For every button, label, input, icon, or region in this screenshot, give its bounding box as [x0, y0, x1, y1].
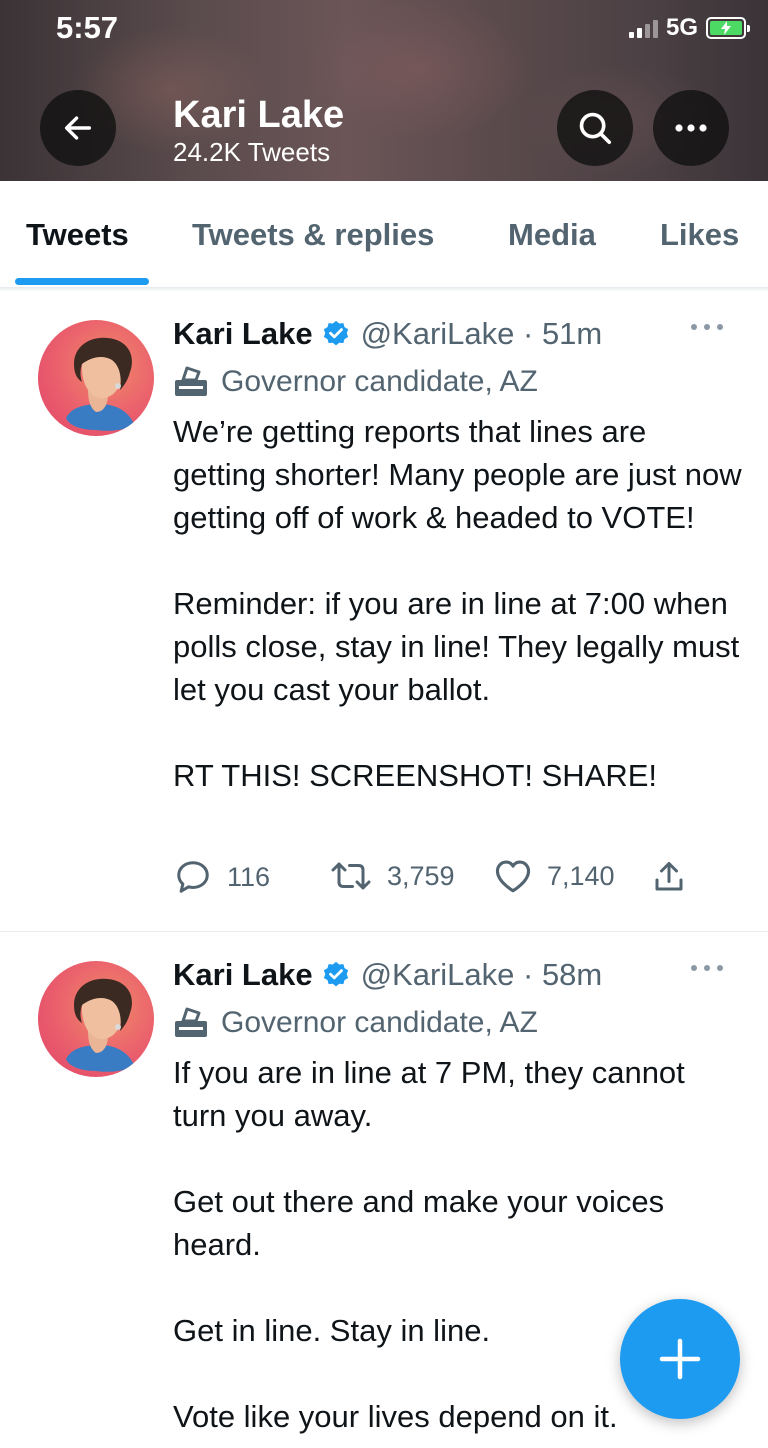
tweet-paragraph: We’re getting reports that lines are get…	[173, 414, 742, 535]
tweet-paragraph: RT THIS! SCREENSHOT! SHARE!	[173, 758, 658, 793]
author-handle-time: @KariLake · 58m	[360, 957, 603, 992]
tab-media[interactable]: Media	[508, 217, 596, 253]
account-label: Governor candidate, AZ	[173, 1006, 538, 1040]
tweet-header: Kari Lake @KariLake · 58m	[173, 957, 602, 993]
share-icon	[655, 862, 683, 891]
plus-icon	[659, 1338, 701, 1380]
tweet-paragraph: Reminder: if you are in line at 7:00 whe…	[173, 586, 740, 707]
account-label-text: Governor candidate, AZ	[221, 1006, 538, 1039]
battery-icon	[706, 17, 750, 39]
search-button[interactable]	[557, 90, 633, 166]
back-button[interactable]	[40, 90, 116, 166]
signal-icon	[628, 18, 658, 38]
like-count: 7,140	[547, 860, 615, 891]
ballot-box-icon	[175, 1007, 207, 1037]
verified-badge-icon	[321, 960, 351, 990]
retweet-button[interactable]: 3,759	[329, 858, 455, 894]
arrow-left-icon	[64, 116, 92, 140]
tweet-paragraph: If you are in line at 7 PM, they cannot …	[173, 1055, 685, 1133]
like-button[interactable]: 7,140	[493, 858, 615, 894]
search-icon	[579, 112, 612, 145]
tweet-text: We’re getting reports that lines are get…	[173, 410, 743, 797]
network-label: 5G	[665, 14, 698, 41]
avatar[interactable]	[38, 961, 154, 1077]
tab-tweets[interactable]: Tweets	[26, 217, 129, 253]
account-label-text: Governor candidate, AZ	[221, 365, 538, 398]
ballot-box-icon	[175, 366, 207, 396]
active-tab-indicator	[15, 278, 149, 285]
avatar[interactable]	[38, 320, 154, 436]
status-indicators: 5G	[628, 14, 750, 42]
author-name[interactable]: Kari Lake	[173, 957, 313, 993]
share-button[interactable]	[651, 858, 687, 896]
more-icon[interactable]	[690, 318, 724, 336]
tweet-paragraph: Get out there and make your voices heard…	[173, 1184, 665, 1262]
more-icon	[675, 124, 707, 132]
reply-count: 116	[227, 861, 271, 892]
author-handle-time: @KariLake · 51m	[360, 316, 603, 351]
tweet-actions: 116 3,759 7,140	[173, 858, 703, 898]
tab-tweets-replies[interactable]: Tweets & replies	[192, 217, 434, 253]
compose-tweet-button[interactable]	[620, 1299, 740, 1419]
profile-tabs: Tweets Tweets & replies Media Likes	[0, 181, 768, 288]
account-label: Governor candidate, AZ	[173, 365, 538, 399]
more-options-button[interactable]	[653, 90, 729, 166]
tweet[interactable]: Kari Lake @KariLake · 51m Governor candi…	[0, 292, 768, 932]
profile-name: Kari Lake	[173, 94, 345, 136]
tweet-header: Kari Lake @KariLake · 51m	[173, 316, 602, 352]
tweet-count: 24.2K Tweets	[173, 137, 331, 167]
heart-icon	[495, 860, 531, 893]
status-time: 5:57	[56, 10, 119, 45]
more-icon[interactable]	[690, 959, 724, 977]
reply-button[interactable]: 116	[173, 858, 270, 896]
tab-likes[interactable]: Likes	[660, 217, 739, 253]
profile-header: 5:57 5G Kari Lake 24.2K Tweets	[0, 0, 768, 181]
reply-icon	[177, 861, 209, 893]
retweet-icon	[331, 862, 371, 890]
author-name[interactable]: Kari Lake	[173, 316, 313, 352]
verified-badge-icon	[321, 319, 351, 349]
retweet-count: 3,759	[387, 860, 455, 891]
